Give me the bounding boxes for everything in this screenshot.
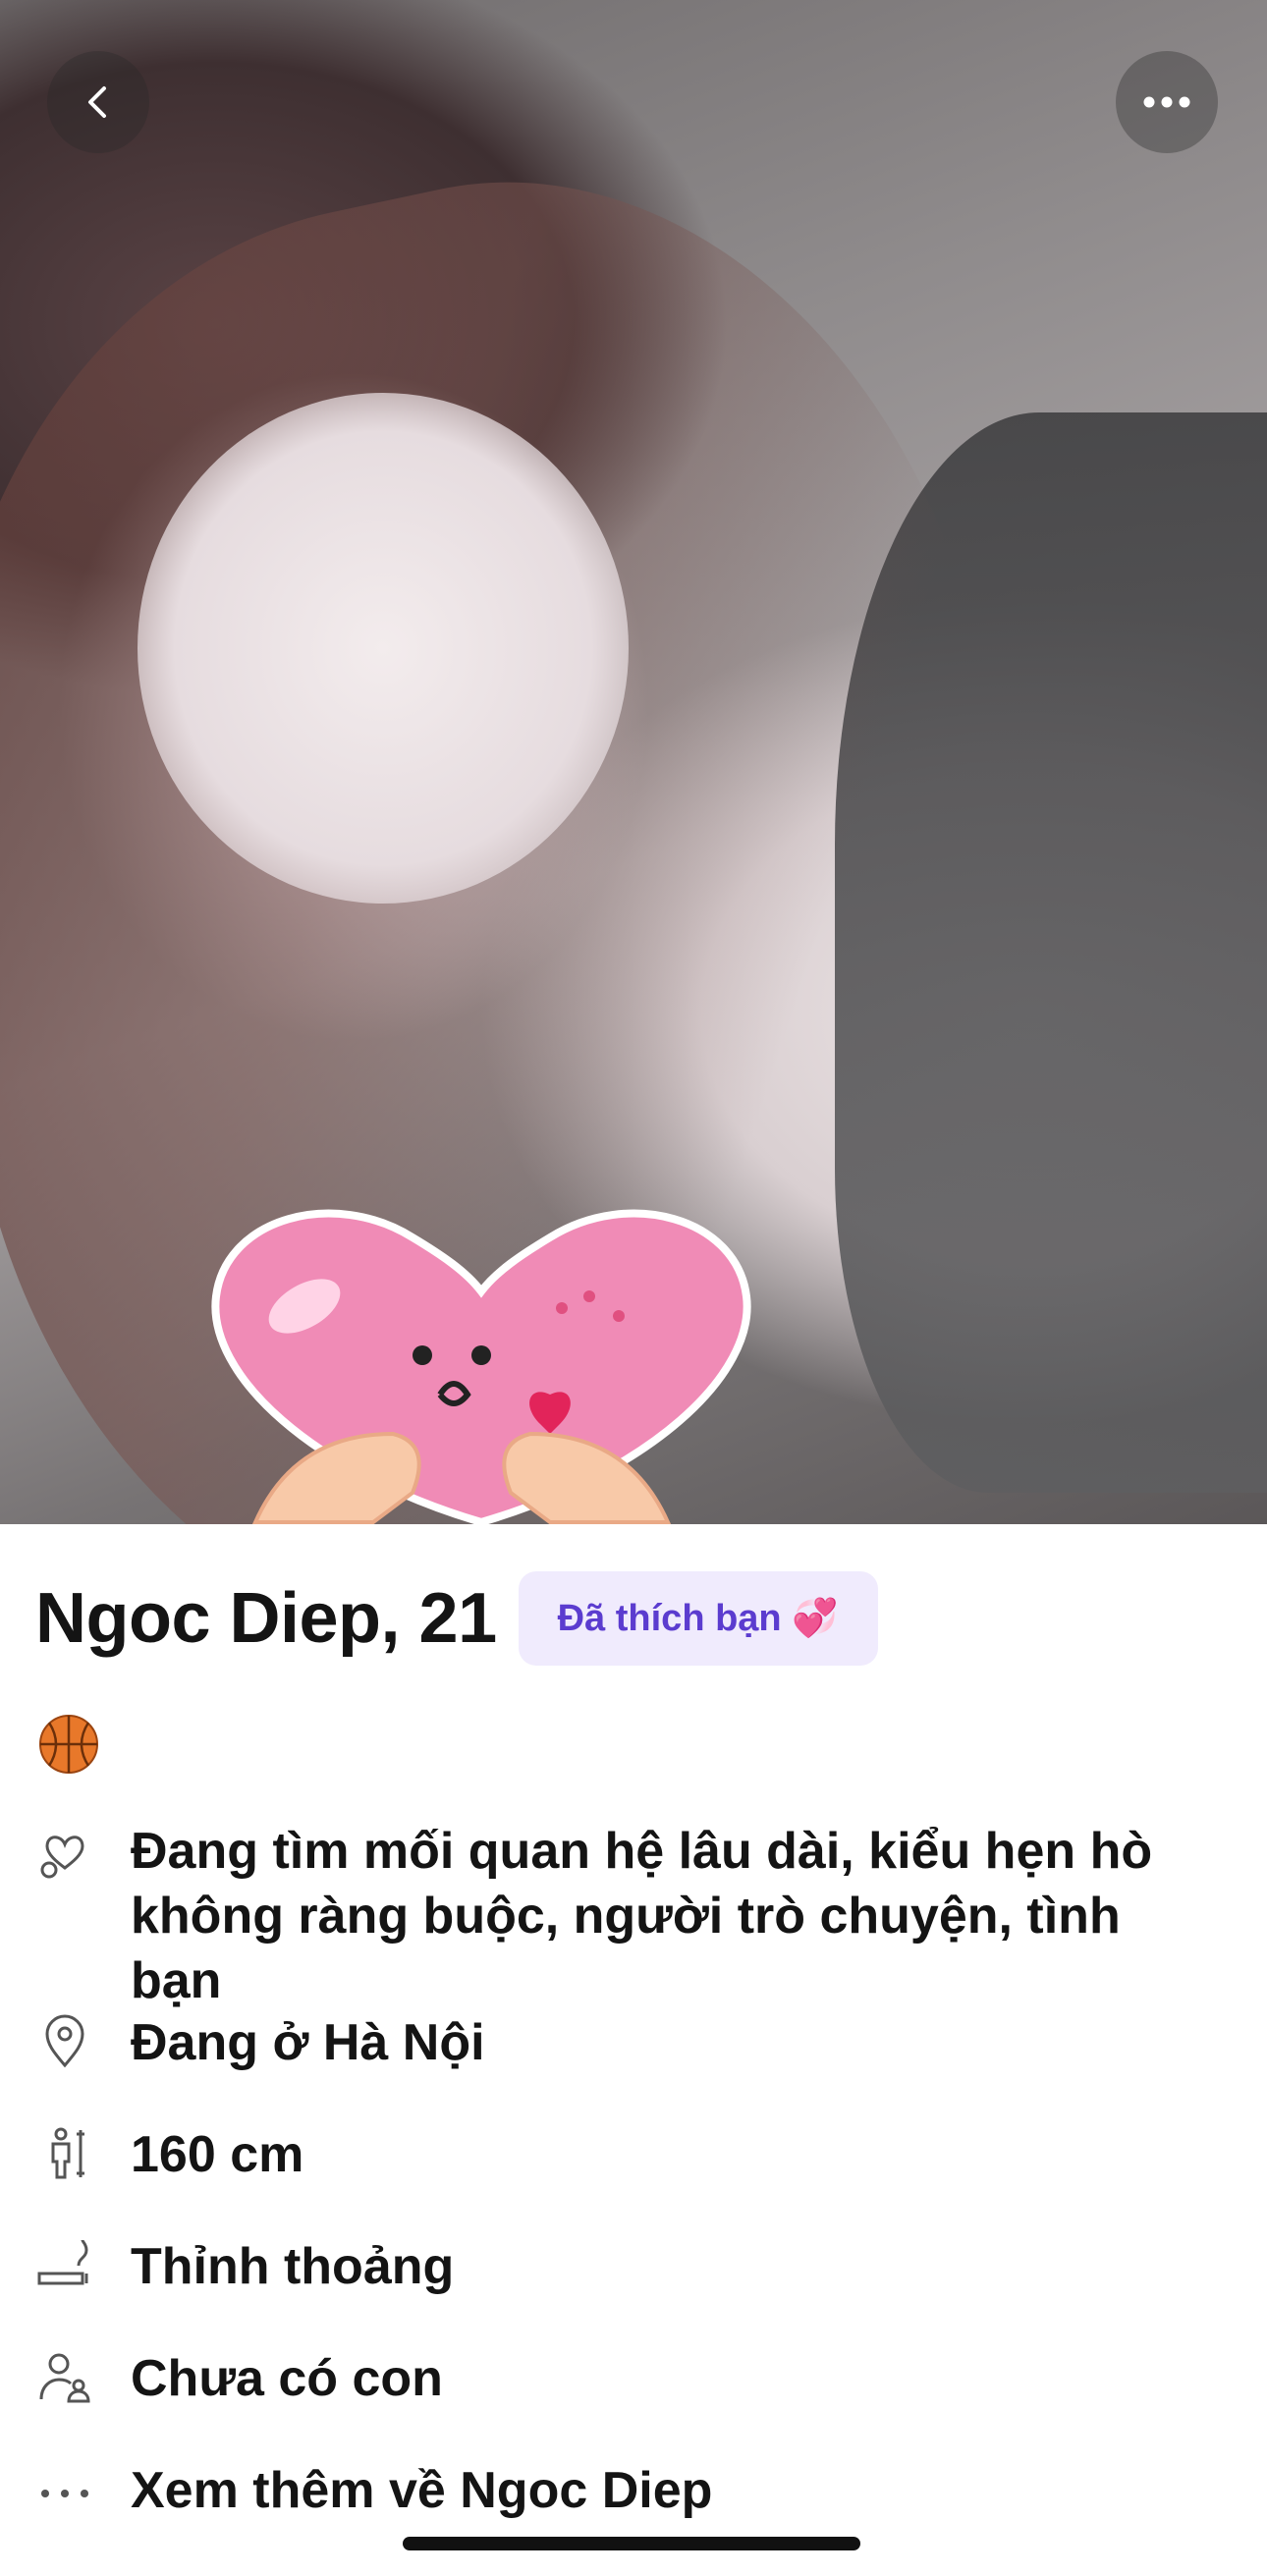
children-icon (39, 2353, 90, 2403)
back-button[interactable] (47, 51, 149, 153)
smoking-text: Thỉnh thoảng (131, 2238, 455, 2295)
location-pin-icon (45, 2014, 84, 2068)
location-text: Đang ở Hà Nội (131, 2014, 485, 2071)
see-more-text[interactable]: Xem thêm về Ngoc Diep (131, 2458, 1211, 2523)
height-text: 160 cm (131, 2126, 304, 2183)
more-options-button[interactable] (1116, 51, 1218, 153)
profile-photo[interactable] (0, 0, 1267, 1524)
basketball-icon (39, 1715, 98, 1774)
home-indicator (403, 2537, 860, 2550)
heart-search-icon (40, 1836, 84, 1879)
photo-face (138, 393, 629, 904)
liked-you-badge: Đã thích bạn 💞 (518, 1571, 878, 1666)
heart-sticker (211, 1209, 751, 1524)
profile-name-age: Ngoc Diep, 21 (35, 1579, 497, 1658)
chevron-left-icon (88, 86, 106, 118)
name-row: Ngoc Diep, 21 Đã thích bạn 💞 (35, 1571, 878, 1666)
smoking-icon (37, 2239, 88, 2285)
more-dots-icon (41, 2490, 88, 2497)
more-dots-icon (1143, 96, 1190, 108)
children-text: Chưa có con (131, 2350, 443, 2407)
looking-for-text: Đang tìm mối quan hệ lâu dài, kiểu hẹn h… (131, 1823, 1153, 2009)
height-icon (51, 2127, 84, 2179)
